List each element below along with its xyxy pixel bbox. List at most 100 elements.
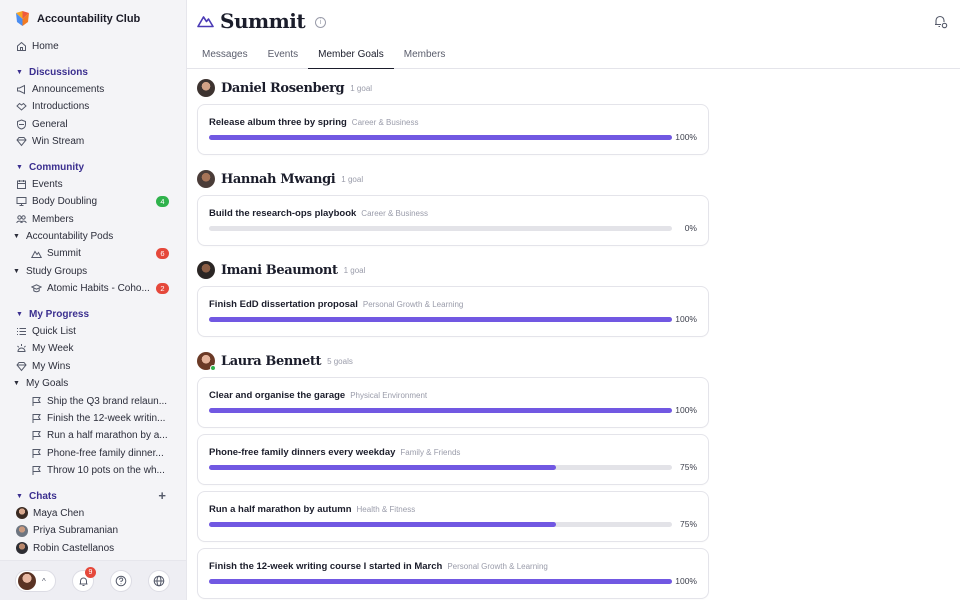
goal-category: Personal Growth & Learning <box>362 300 464 309</box>
progress-fill <box>209 317 672 322</box>
sidebar-item-my-week[interactable]: My Week <box>0 340 186 357</box>
progress-percent: 100% <box>675 576 697 586</box>
goal-card[interactable]: Finish EdD dissertation proposal Personal… <box>197 286 709 337</box>
sidebar-goal-item[interactable]: Phone-free family dinner... <box>0 445 186 462</box>
sidebar-item-members[interactable]: Members <box>0 211 186 228</box>
progress-percent: 0% <box>684 223 697 233</box>
bell-settings-icon <box>935 15 948 29</box>
tab-events[interactable]: Events <box>258 43 309 69</box>
sidebar-goal-item[interactable]: Ship the Q3 brand relaun... <box>0 392 186 409</box>
progress-track <box>209 579 672 584</box>
sidebar-item-label: Summit <box>47 248 81 260</box>
caret-down-icon: ▼ <box>13 380 20 388</box>
count-badge: 6 <box>156 248 169 260</box>
goal-card[interactable]: Finish the 12-week writing course I star… <box>197 548 709 599</box>
goal-card[interactable]: Phone-free family dinners every weekday F… <box>197 434 709 485</box>
goal-title: Finish the 12-week writing course I star… <box>209 561 443 572</box>
tab-member-goals[interactable]: Member Goals <box>308 43 394 69</box>
sidebar-nav: Home ▼ Discussions Announcements Introdu… <box>0 38 186 557</box>
progress-track <box>209 465 672 470</box>
sidebar-item-win-stream[interactable]: Win Stream <box>0 133 186 150</box>
sidebar-item-label: My Week <box>32 343 74 355</box>
chat-item[interactable]: Robin Castellanos <box>0 540 186 557</box>
graduation-cap-icon <box>31 283 42 294</box>
section-label: My Progress <box>29 308 90 320</box>
section-chats[interactable]: ▼ Chats + <box>0 487 186 504</box>
add-chat-button[interactable]: + <box>158 488 166 503</box>
section-my-progress[interactable]: ▼ My Progress <box>0 305 186 322</box>
account-menu-button[interactable]: ^ <box>15 570 56 592</box>
goal-title: Finish EdD dissertation proposal <box>209 299 358 310</box>
shield-icon <box>16 119 27 130</box>
member-header[interactable]: Laura Bennett 5 goals <box>197 351 712 371</box>
sidebar-item-atomic-habits[interactable]: Atomic Habits - Coho... 2 <box>0 280 186 297</box>
member-header[interactable]: Daniel Rosenberg 1 goal <box>197 78 712 98</box>
sidebar-item-label: Study Groups <box>26 265 88 277</box>
sidebar-item-label: Body Doubling <box>32 196 98 208</box>
section-community[interactable]: ▼ Community <box>0 158 186 175</box>
sidebar-group-study-groups[interactable]: ▼ Study Groups <box>0 263 186 280</box>
sidebar-item-quick-list[interactable]: Quick List <box>0 323 186 340</box>
sidebar-item-home[interactable]: Home <box>0 38 186 55</box>
sidebar-item-general[interactable]: General <box>0 116 186 133</box>
goal-card[interactable]: Run a half marathon by autumn Health & Fi… <box>197 491 709 542</box>
goal-card[interactable]: Release album three by spring Career & Bu… <box>197 104 709 155</box>
goal-card[interactable]: Clear and organise the garage Physical En… <box>197 377 709 428</box>
brand[interactable]: Accountability Club <box>14 10 140 27</box>
sidebar-item-my-wins[interactable]: My Wins <box>0 358 186 375</box>
sidebar-group-my-goals[interactable]: ▼ My Goals <box>0 375 186 392</box>
member-name: Hannah Mwangi <box>221 171 336 187</box>
goal-count: 1 goal <box>350 83 373 93</box>
progress-track <box>209 317 672 322</box>
section-discussions[interactable]: ▼ Discussions <box>0 63 186 80</box>
sidebar-item-label: Win Stream <box>32 136 85 148</box>
help-icon <box>115 575 127 587</box>
sidebar-goal-item[interactable]: Run a half marathon by a... <box>0 427 186 444</box>
flag-icon <box>31 465 42 476</box>
sidebar-item-introductions[interactable]: Introductions <box>0 98 186 115</box>
sidebar-item-events[interactable]: Events <box>0 176 186 193</box>
member-header[interactable]: Imani Beaumont 1 goal <box>197 260 712 280</box>
monitor-icon <box>16 196 27 207</box>
help-button[interactable] <box>110 570 132 592</box>
sidebar-item-label: Announcements <box>32 83 105 95</box>
chat-item[interactable]: Priya Subramanian <box>0 522 186 539</box>
member-name: Daniel Rosenberg <box>221 80 345 96</box>
goal-title: Release album three by spring <box>209 117 347 128</box>
tab-members[interactable]: Members <box>394 43 456 69</box>
goal-count: 1 goal <box>343 265 366 275</box>
notifications-button[interactable]: 9 <box>72 567 96 592</box>
avatar <box>197 261 215 279</box>
info-icon[interactable]: i <box>315 16 327 28</box>
sidebar-goal-item[interactable]: Throw 10 pots on the wh... <box>0 462 186 479</box>
member-name: Imani Beaumont <box>221 262 338 278</box>
member-header[interactable]: Hannah Mwangi 1 goal <box>197 169 712 189</box>
sidebar-item-announcements[interactable]: Announcements <box>0 81 186 98</box>
avatar <box>197 79 215 97</box>
goal-title: Clear and organise the garage <box>209 390 346 401</box>
people-icon <box>16 214 27 225</box>
goal-card[interactable]: Build the research-ops playbook Career & … <box>197 195 709 246</box>
caret-down-icon: ▼ <box>16 163 23 171</box>
chat-item[interactable]: Maya Chen <box>0 505 186 522</box>
progress-track <box>209 135 672 140</box>
avatar <box>197 352 216 371</box>
flag-icon <box>31 430 42 441</box>
notification-count-badge: 9 <box>85 567 96 578</box>
brand-name: Accountability Club <box>37 12 141 25</box>
sidebar-footer: ^ 9 <box>0 560 186 600</box>
sidebar-item-label: General <box>32 118 68 130</box>
avatar <box>197 170 215 188</box>
caret-down-icon: ▼ <box>16 492 23 500</box>
diamond-icon <box>16 136 27 147</box>
progress-fill <box>209 465 557 470</box>
globe-button[interactable] <box>148 570 170 592</box>
tab-messages[interactable]: Messages <box>192 43 258 69</box>
notification-settings-button[interactable] <box>933 14 948 34</box>
sidebar-item-label: Events <box>32 178 63 190</box>
sidebar-goal-item[interactable]: Finish the 12-week writin... <box>0 410 186 427</box>
sidebar-group-accountability-pods[interactable]: ▼ Accountability Pods <box>0 228 186 245</box>
progress-track <box>209 408 672 413</box>
sidebar-item-summit[interactable]: Summit 6 <box>0 245 186 262</box>
sidebar-item-body-doubling[interactable]: Body Doubling 4 <box>0 193 186 210</box>
